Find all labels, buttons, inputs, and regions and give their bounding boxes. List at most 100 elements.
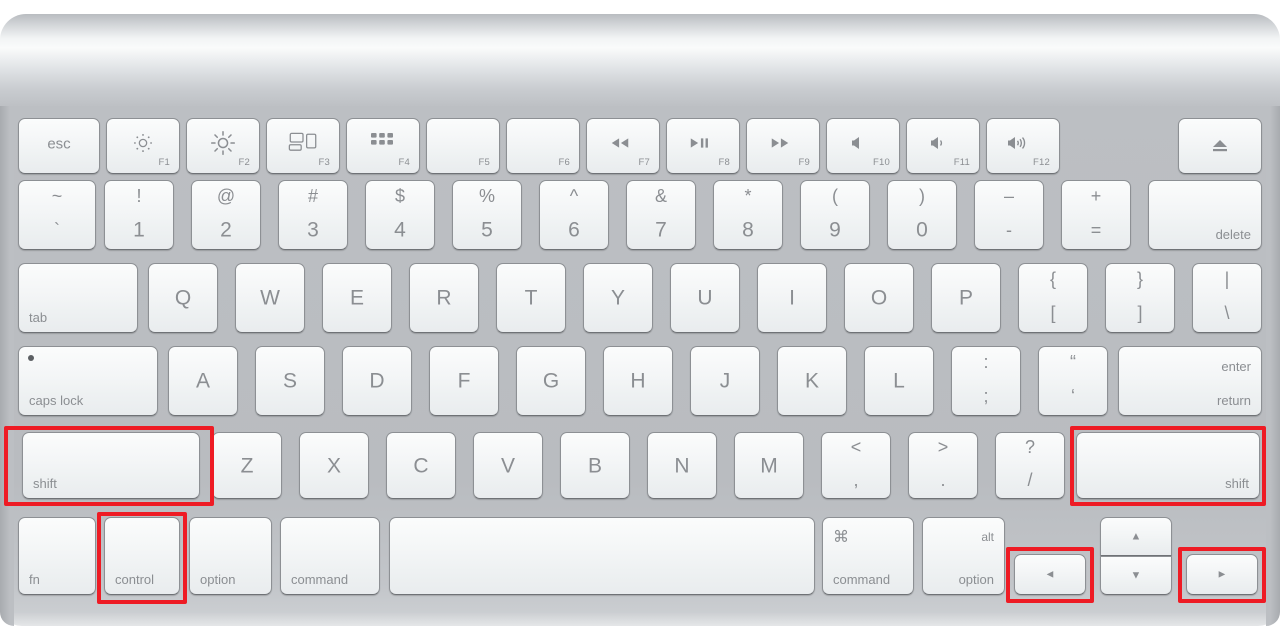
key-label: Z bbox=[240, 454, 254, 477]
key-3[interactable]: # 3 bbox=[278, 180, 348, 250]
key-l[interactable]: L bbox=[864, 346, 934, 416]
key-return[interactable]: enter return bbox=[1118, 346, 1262, 416]
key-fn-label: F5 bbox=[478, 156, 490, 168]
key-delete[interactable]: delete bbox=[1148, 180, 1262, 250]
key-backslash[interactable]: | \ bbox=[1192, 263, 1262, 333]
key-label-top: } bbox=[1136, 268, 1144, 289]
key-label: Q bbox=[174, 286, 192, 310]
key-slash[interactable]: ? / bbox=[995, 432, 1065, 499]
key-t[interactable]: T bbox=[496, 263, 566, 333]
key-bracket-right[interactable]: } ] bbox=[1105, 263, 1175, 333]
key-v[interactable]: V bbox=[473, 432, 543, 499]
key-label-top: $ bbox=[394, 185, 406, 206]
key-option-left[interactable]: option bbox=[189, 517, 272, 595]
key-f12[interactable]: F12 bbox=[986, 118, 1060, 174]
key-bracket-left[interactable]: { [ bbox=[1018, 263, 1088, 333]
key-command-right[interactable]: ⌘ command bbox=[822, 517, 914, 595]
key-w[interactable]: W bbox=[235, 263, 305, 333]
key-label-bottom: 2 bbox=[220, 218, 232, 242]
key-p[interactable]: P bbox=[931, 263, 1001, 333]
key-i[interactable]: I bbox=[757, 263, 827, 333]
key-label: fn bbox=[29, 572, 40, 587]
key-c[interactable]: C bbox=[386, 432, 456, 499]
key-f3[interactable]: F3 bbox=[266, 118, 340, 174]
key-arrow-left[interactable]: ◄ bbox=[1014, 554, 1086, 595]
key-label: control bbox=[115, 572, 155, 587]
key-f1[interactable]: F1 bbox=[106, 118, 180, 174]
arrow-left-icon: ◄ bbox=[1044, 568, 1056, 580]
key-m[interactable]: M bbox=[734, 432, 804, 499]
key-f9[interactable]: F9 bbox=[746, 118, 820, 174]
key-7[interactable]: & 7 bbox=[626, 180, 696, 250]
key-esc[interactable]: esc bbox=[18, 118, 100, 174]
key-fn[interactable]: fn bbox=[18, 517, 96, 595]
key-n[interactable]: N bbox=[647, 432, 717, 499]
key-b[interactable]: B bbox=[560, 432, 630, 499]
key-label: H bbox=[630, 369, 646, 393]
key-eject[interactable] bbox=[1178, 118, 1262, 174]
key-h[interactable]: H bbox=[603, 346, 673, 416]
key-a[interactable]: A bbox=[168, 346, 238, 416]
key-f6[interactable]: F6 bbox=[506, 118, 580, 174]
key-o[interactable]: O bbox=[844, 263, 914, 333]
key-arrow-down[interactable]: ▼ bbox=[1100, 556, 1172, 595]
key-label-bottom: - bbox=[1006, 219, 1012, 240]
key-label: A bbox=[195, 369, 211, 393]
key-f[interactable]: F bbox=[429, 346, 499, 416]
key-control[interactable]: control bbox=[104, 517, 180, 595]
key-s[interactable]: S bbox=[255, 346, 325, 416]
key-k[interactable]: K bbox=[777, 346, 847, 416]
key-caps-lock[interactable]: caps lock bbox=[18, 346, 158, 416]
key-f10[interactable]: F10 bbox=[826, 118, 900, 174]
key-z[interactable]: Z bbox=[212, 432, 282, 499]
key-fn-label: F1 bbox=[158, 156, 170, 168]
key-d[interactable]: D bbox=[342, 346, 412, 416]
key-label-top: ) bbox=[919, 185, 925, 206]
key-9[interactable]: ( 9 bbox=[800, 180, 870, 250]
key-2[interactable]: @ 2 bbox=[191, 180, 261, 250]
key-arrow-up[interactable]: ▲ bbox=[1100, 517, 1172, 556]
brightness-down-icon bbox=[132, 132, 154, 154]
key-label-top: ( bbox=[832, 185, 838, 206]
key-4[interactable]: $ 4 bbox=[365, 180, 435, 250]
key-command-left[interactable]: command bbox=[280, 517, 380, 595]
key-shift-right[interactable]: shift bbox=[1076, 432, 1260, 499]
key-option-right[interactable]: alt option bbox=[922, 517, 1005, 595]
key-f8[interactable]: F8 bbox=[666, 118, 740, 174]
key-e[interactable]: E bbox=[322, 263, 392, 333]
key-quote[interactable]: “ ‘ bbox=[1038, 346, 1108, 416]
key-arrow-right[interactable]: ► bbox=[1186, 554, 1258, 595]
key-label-bottom: 7 bbox=[655, 218, 667, 242]
key-f2[interactable]: F2 bbox=[186, 118, 260, 174]
key-y[interactable]: Y bbox=[583, 263, 653, 333]
key-f5[interactable]: F5 bbox=[426, 118, 500, 174]
key-u[interactable]: U bbox=[670, 263, 740, 333]
brightness-up-icon bbox=[210, 130, 236, 156]
key-f11[interactable]: F11 bbox=[906, 118, 980, 174]
key-q[interactable]: Q bbox=[148, 263, 218, 333]
key-g[interactable]: G bbox=[516, 346, 586, 416]
key-comma[interactable]: < , bbox=[821, 432, 891, 499]
key-period[interactable]: > . bbox=[908, 432, 978, 499]
volume-down-icon bbox=[930, 136, 948, 150]
key-space[interactable] bbox=[389, 517, 815, 595]
key-shift-left[interactable]: shift bbox=[22, 432, 200, 499]
key-label: I bbox=[789, 286, 795, 310]
key-minus[interactable]: – - bbox=[974, 180, 1044, 250]
key-fn-label: F7 bbox=[638, 156, 650, 168]
key-tab[interactable]: tab bbox=[18, 263, 138, 333]
key-f7[interactable]: F7 bbox=[586, 118, 660, 174]
key-x[interactable]: X bbox=[299, 432, 369, 499]
key-8[interactable]: * 8 bbox=[713, 180, 783, 250]
key-1[interactable]: ! 1 bbox=[104, 180, 174, 250]
key-backtick[interactable]: ~ ` bbox=[18, 180, 96, 250]
key-j[interactable]: J bbox=[690, 346, 760, 416]
key-semicolon[interactable]: : ; bbox=[951, 346, 1021, 416]
key-f4[interactable]: F4 bbox=[346, 118, 420, 174]
key-6[interactable]: ^ 6 bbox=[539, 180, 609, 250]
key-0[interactable]: ) 0 bbox=[887, 180, 957, 250]
key-5[interactable]: % 5 bbox=[452, 180, 522, 250]
key-r[interactable]: R bbox=[409, 263, 479, 333]
key-equal[interactable]: + = bbox=[1061, 180, 1131, 250]
key-label: command bbox=[291, 572, 349, 587]
